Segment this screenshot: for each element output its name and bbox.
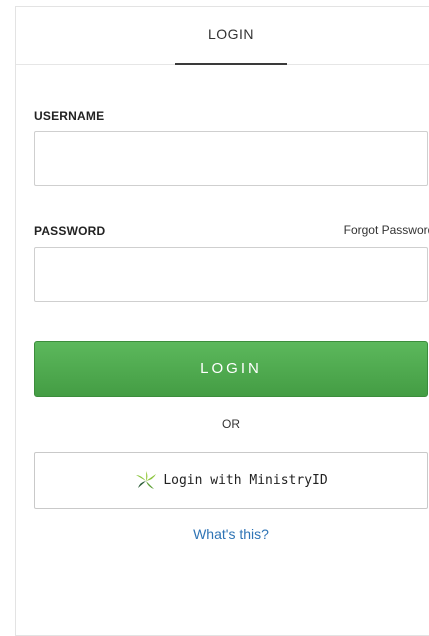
or-divider-text: OR	[222, 417, 240, 431]
ministryid-button-label: Login with MinistryID	[163, 473, 328, 488]
username-input[interactable]	[34, 131, 428, 186]
tab-bar: LOGIN	[16, 7, 429, 65]
password-label: PASSWORD	[34, 224, 106, 238]
forgot-password-link[interactable]: Forgot Password?	[344, 223, 429, 237]
login-panel: LOGIN USERNAME PASSWORD Forgot Password?…	[15, 6, 429, 636]
ministryid-logo-icon	[134, 469, 158, 493]
whats-this-link[interactable]: What's this?	[16, 526, 429, 542]
tab-login-label: LOGIN	[207, 26, 255, 42]
tab-active-indicator	[175, 63, 287, 65]
username-label: USERNAME	[34, 109, 105, 123]
tab-login[interactable]: LOGIN	[175, 7, 287, 65]
ministryid-login-button[interactable]: Login with MinistryID	[34, 452, 428, 509]
password-input[interactable]	[34, 247, 428, 302]
login-button[interactable]: LOGIN	[34, 341, 428, 397]
